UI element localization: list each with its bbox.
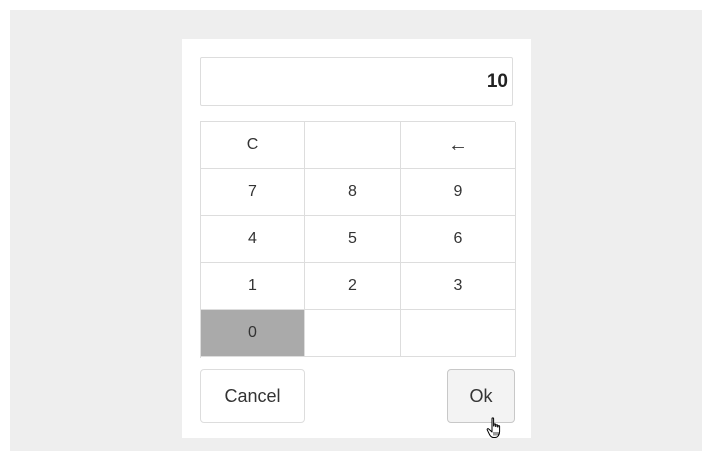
key-3[interactable]: 3 <box>401 263 516 310</box>
cancel-button[interactable]: Cancel <box>200 369 305 423</box>
number-input-dialog: 10 C ← 7 8 9 4 5 6 1 2 3 0 Cancel Ok <box>182 39 531 438</box>
key-2[interactable]: 2 <box>305 263 401 310</box>
empty-key <box>305 122 401 169</box>
hand-pointer-icon <box>486 417 501 438</box>
empty-key <box>401 310 516 357</box>
key-0[interactable]: 0 <box>201 310 305 357</box>
key-1[interactable]: 1 <box>201 263 305 310</box>
key-7[interactable]: 7 <box>201 169 305 216</box>
ok-button[interactable]: Ok <box>447 369 515 423</box>
number-display: 10 <box>200 57 513 106</box>
key-4[interactable]: 4 <box>201 216 305 263</box>
key-5[interactable]: 5 <box>305 216 401 263</box>
clear-key[interactable]: C <box>201 122 305 169</box>
key-8[interactable]: 8 <box>305 169 401 216</box>
key-6[interactable]: 6 <box>401 216 516 263</box>
backspace-key[interactable]: ← <box>401 122 516 169</box>
key-9[interactable]: 9 <box>401 169 516 216</box>
empty-key <box>305 310 401 357</box>
keypad: C ← 7 8 9 4 5 6 1 2 3 0 <box>200 121 516 358</box>
